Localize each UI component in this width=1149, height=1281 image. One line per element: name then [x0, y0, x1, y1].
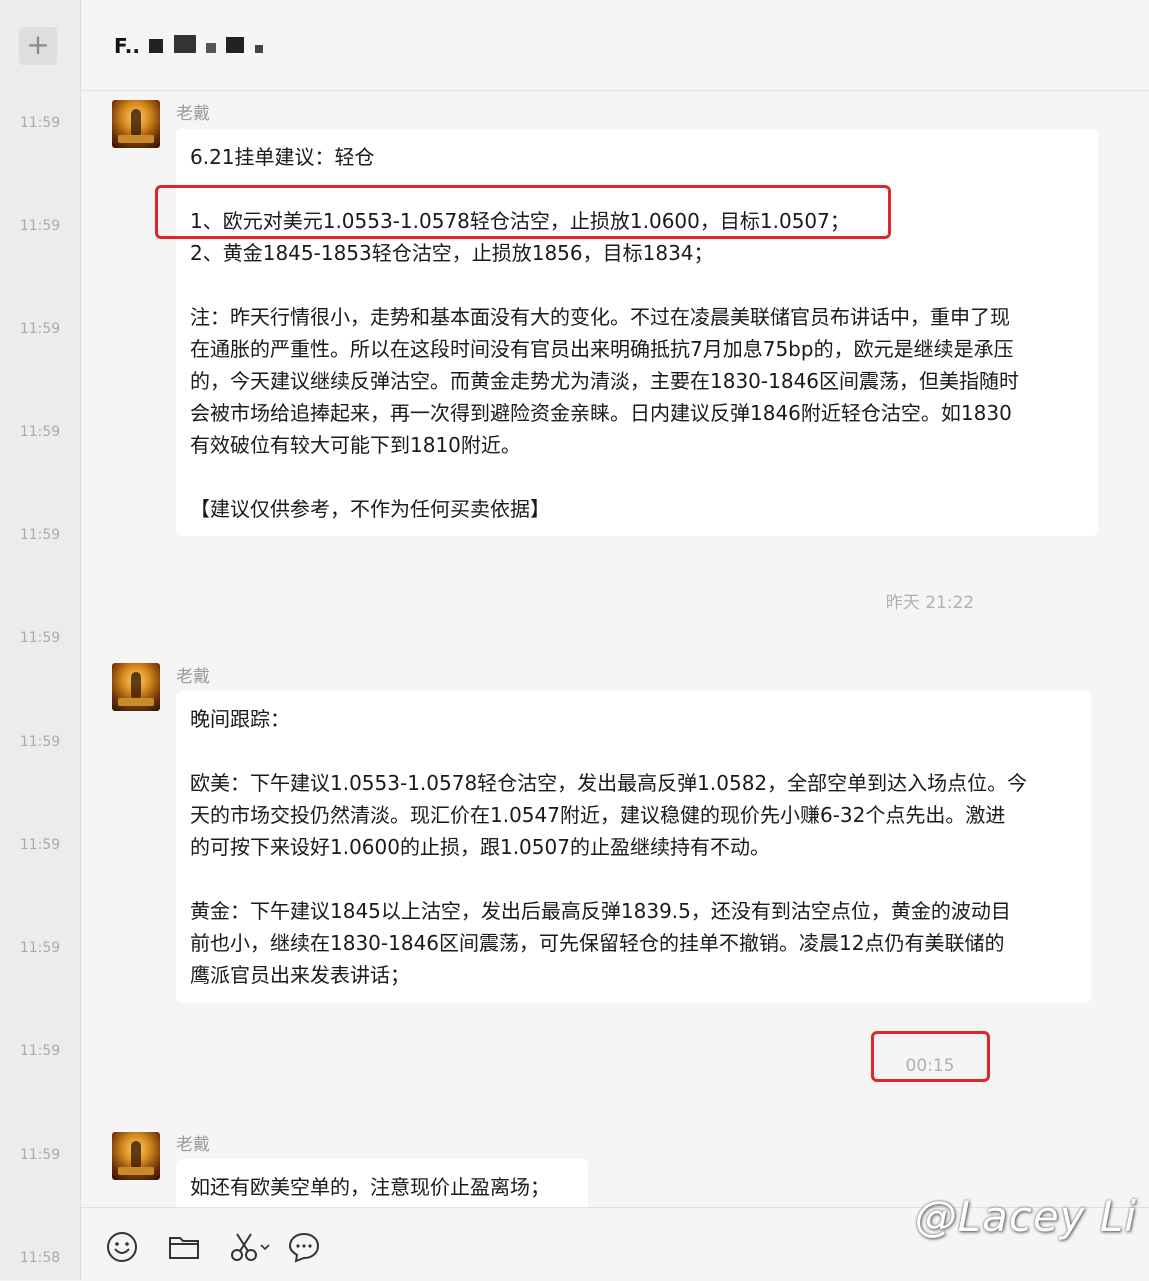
chat-title-text: F..: [114, 34, 140, 58]
left-sidebar: + 11:59 11:59 11:59 11:59 11:59 11:59 11…: [0, 0, 81, 1280]
list-item-time[interactable]: 11:59: [0, 1147, 80, 1163]
list-item-time[interactable]: 11:59: [0, 424, 80, 440]
list-item-time[interactable]: 11:59: [0, 837, 80, 853]
message-line: 欧美：下午建议1.0553-1.0578轻仓沽空，发出最高反弹1.0582，全部…: [190, 771, 1028, 795]
highlight-box: [155, 185, 891, 239]
list-item-time[interactable]: 11:59: [0, 940, 80, 956]
message-bubble[interactable]: 晚间跟踪： 欧美：下午建议1.0553-1.0578轻仓沽空，发出最高反弹1.0…: [176, 691, 1091, 1003]
message-line: 前也小，继续在1830-1846区间震荡，可先保留轻仓的挂单不撤销。凌晨12点仍…: [190, 931, 1005, 955]
message-line: 如还有欧美空单的，注意现价止盈离场；: [190, 1175, 550, 1199]
message-line: 黄金：下午建议1845以上沽空，发出后最高反弹1839.5，还没有到沽空点位，黄…: [190, 899, 1011, 923]
list-item-time[interactable]: 11:58: [0, 1250, 80, 1266]
highlight-box: [871, 1031, 990, 1082]
message-line: 【建议仅供参考，不作为任何买卖依据】: [190, 497, 550, 521]
message-line: 晚间跟踪：: [190, 707, 290, 731]
chat-title: F..: [114, 34, 263, 58]
system-timestamp: 昨天 21:22: [885, 593, 975, 613]
list-item-time[interactable]: 11:59: [0, 1043, 80, 1059]
list-item-time[interactable]: 11:59: [0, 321, 80, 337]
list-item-time[interactable]: 11:59: [0, 630, 80, 646]
message-line: 6.21挂单建议：轻仓: [190, 145, 375, 169]
message-line: 会被市场给追捧起来，再一次得到避险资金亲睐。日内建议反弹1846附近轻仓沽空。如…: [190, 401, 1012, 425]
list-item-time[interactable]: 11:59: [0, 734, 80, 750]
scissors-icon[interactable]: [229, 1230, 275, 1264]
blurred-title-block: [173, 35, 196, 53]
message-line: 的，今天建议继续反弹沽空。而黄金走势尤为清淡，主要在1830-1846区间震荡，…: [190, 369, 1020, 393]
message-line: 的可按下来设好1.0600的止损，跟1.0507的止盈继续持有不动。: [190, 835, 770, 859]
message-line: 鹰派官员出来发表讲话；: [190, 963, 410, 987]
avatar[interactable]: [112, 663, 160, 711]
list-item-time[interactable]: 11:59: [0, 115, 80, 131]
sender-name: 老戴: [176, 104, 210, 124]
emoji-icon[interactable]: [105, 1230, 139, 1264]
blurred-title-block: [148, 39, 163, 53]
message-line: 2、黄金1845-1853轻仓沽空，止损放1856，目标1834；: [190, 241, 714, 265]
avatar[interactable]: [112, 1132, 160, 1180]
message-bubble[interactable]: 如还有欧美空单的，注意现价止盈离场；: [176, 1159, 588, 1207]
avatar[interactable]: [112, 100, 160, 148]
folder-icon[interactable]: [167, 1230, 201, 1264]
watermark: @Lacey Li: [914, 1192, 1137, 1241]
sender-name: 老戴: [176, 1135, 210, 1155]
blurred-title-block: [225, 37, 244, 53]
blurred-title-block: [205, 43, 216, 53]
chat-bubble-icon[interactable]: [287, 1230, 321, 1264]
message-line: 在通胀的严重性。所以在这段时间没有官员出来明确抵抗7月加息75bp的，欧元是继续…: [190, 337, 1014, 361]
list-item-time[interactable]: 11:59: [0, 218, 80, 234]
message-line: 天的市场交投仍然清淡。现汇价在1.0547附近，建议稳健的现价先小赚6-32个点…: [190, 803, 1006, 827]
sender-name: 老戴: [176, 667, 210, 687]
message-line: 有效破位有较大可能下到1810附近。: [190, 433, 521, 457]
list-item-time[interactable]: 11:59: [0, 527, 80, 543]
message-line: 注：昨天行情很小，走势和基本面没有大的变化。不过在凌晨美联储官员布讲话中，重申了…: [190, 305, 1010, 329]
blurred-title-block: [254, 45, 263, 53]
add-button[interactable]: +: [19, 27, 57, 65]
